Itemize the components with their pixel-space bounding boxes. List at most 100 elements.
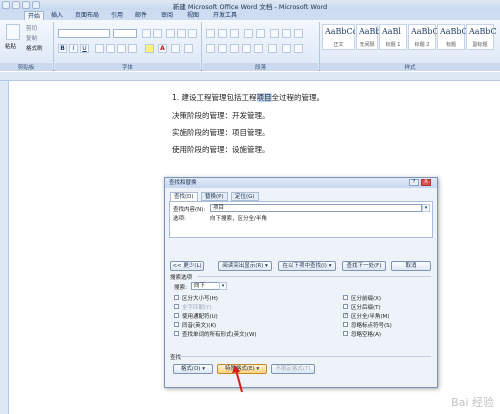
style-subtitle[interactable]: AaBbC 副标题 [466,24,497,50]
match-case-checkbox[interactable] [174,295,179,300]
style-title[interactable]: AaBbC 标题 [437,24,468,50]
clipboard-group-label: 剪贴板 [0,63,52,71]
match-width-checkbox[interactable] [343,312,348,318]
cancel-button[interactable]: 取消 [391,261,431,271]
line-spacing-icon[interactable] [268,44,277,53]
style-name: 副标题 [472,42,488,48]
show-marks-icon[interactable] [294,29,303,38]
chinese-layout-icon[interactable] [270,29,279,38]
search-direction-label: 搜索: [174,285,187,291]
horizontal-ruler[interactable] [0,72,500,81]
bullets-icon[interactable] [206,29,215,38]
font-size-select[interactable] [113,29,137,38]
tab-home[interactable]: 开始 [24,11,45,20]
align-left-icon[interactable] [206,44,215,53]
phonetic-icon[interactable] [177,29,186,38]
match-prefix-checkbox[interactable] [343,295,348,300]
whole-word-checkbox[interactable] [174,304,179,309]
tab-developer[interactable]: 开发工具 [210,11,240,20]
chevron-down-icon[interactable]: ▾ [422,204,430,212]
doc-line-4[interactable]: 使用阶段的管理：设施管理。 [172,144,270,155]
char-shading-icon[interactable] [171,44,180,53]
tab-replace[interactable]: 替换(P) [201,192,228,201]
no-formatting-button: 不限定格式(T) [271,364,315,374]
borders-icon[interactable] [294,44,303,53]
clear-format-icon[interactable] [166,29,175,38]
style-name: 无间隔 [359,42,375,48]
copy-button[interactable]: 复制 [26,34,37,42]
paste-icon[interactable] [6,24,20,40]
find-in-button[interactable]: 在以下项中查找(I) ▾ [278,261,336,271]
whole-word-label: 全字匹配(Y) [182,305,212,311]
tab-page-layout[interactable]: 页面布局 [72,11,102,20]
paste-label[interactable]: 粘贴 [5,42,16,50]
decrease-indent-icon[interactable] [244,29,253,38]
dialog-title: 查找和替换 [165,178,437,188]
tab-insert[interactable]: 插入 [48,11,66,20]
multilevel-list-icon[interactable] [230,29,239,38]
style-heading-2[interactable]: AaBbC 标题 2 [408,24,439,50]
subscript-icon[interactable] [106,44,115,53]
search-options-label: 搜索选项 [170,275,193,281]
shading-icon[interactable] [282,44,291,53]
font-color-icon[interactable]: A [158,44,167,53]
word-forms-checkbox[interactable] [174,331,179,336]
tab-review[interactable]: 审阅 [158,11,176,20]
less-button[interactable]: << 更少(L) [170,261,204,271]
chevron-down-icon[interactable]: ▾ [219,282,227,290]
divider [201,22,202,70]
doc-line-2[interactable]: 决策阶段的管理：开发管理。 [172,110,270,121]
change-case-icon[interactable] [128,44,137,53]
style-name: 标题 1 [385,42,401,48]
grow-font-icon[interactable] [142,29,151,38]
divider [197,276,431,277]
close-button[interactable]: X [421,179,431,186]
style-name: 标题 2 [414,42,430,48]
font-name-select[interactable] [58,29,110,38]
align-right-icon[interactable] [230,44,239,53]
match-prefix-label: 区分前缀(X) [351,296,382,302]
sort-icon[interactable] [282,29,291,38]
format-painter-button[interactable]: 格式刷 [26,44,43,52]
sounds-like-checkbox[interactable] [174,322,179,327]
reading-highlight-button[interactable]: 阅读突出显示(R) ▾ [218,261,272,271]
divider [53,22,54,70]
style-sample: AaBbCcDc [325,27,355,36]
increase-indent-icon[interactable] [256,29,265,38]
justify-icon[interactable] [242,44,251,53]
align-center-icon[interactable] [218,44,227,53]
tab-goto[interactable]: 定位(G) [231,192,259,201]
help-button[interactable]: ? [409,179,419,186]
match-suffix-checkbox[interactable] [343,304,348,309]
shrink-font-icon[interactable] [153,29,162,38]
underline-icon[interactable]: U [80,44,89,53]
superscript-icon[interactable] [117,44,126,53]
tab-mailings[interactable]: 邮件 [132,11,150,20]
format-button[interactable]: 格式(O) ▾ [173,364,213,374]
highlight-color-icon[interactable] [145,44,154,53]
style-normal[interactable]: AaBbCcDc 正文 [322,24,355,50]
find-next-button[interactable]: 查找下一处(F) [342,261,386,271]
wildcards-checkbox[interactable] [174,313,179,318]
find-input[interactable]: 项目 [210,204,422,212]
italic-icon[interactable]: I [69,44,78,53]
cut-button[interactable]: 剪切 [26,24,37,32]
match-case-label: 区分大小写(H) [182,296,218,302]
enclose-char-icon[interactable] [184,44,193,53]
numbering-icon[interactable] [218,29,227,38]
wildcards-label: 使用通配符(U) [182,314,218,320]
strikethrough-icon[interactable] [95,44,104,53]
tab-references[interactable]: 引用 [108,11,126,20]
bold-icon[interactable]: B [58,44,67,53]
doc-line-1[interactable]: 1. 建设工程管理包括工程项目全过程的管理。 [172,92,324,103]
font-group-label: 字体 [55,63,200,71]
vertical-ruler[interactable] [0,81,9,414]
distributed-icon[interactable] [254,44,263,53]
ignore-space-checkbox[interactable] [343,331,348,336]
ignore-punct-checkbox[interactable] [343,322,348,327]
char-border-icon[interactable] [188,29,197,38]
style-no-spacing[interactable]: AaBbCcDc无间隔 [356,24,389,50]
doc-line-3[interactable]: 实施阶段的管理：项目管理。 [172,127,270,138]
tab-view[interactable]: 视图 [184,11,202,20]
style-heading-1[interactable]: AaBl 标题 1 [379,24,407,50]
